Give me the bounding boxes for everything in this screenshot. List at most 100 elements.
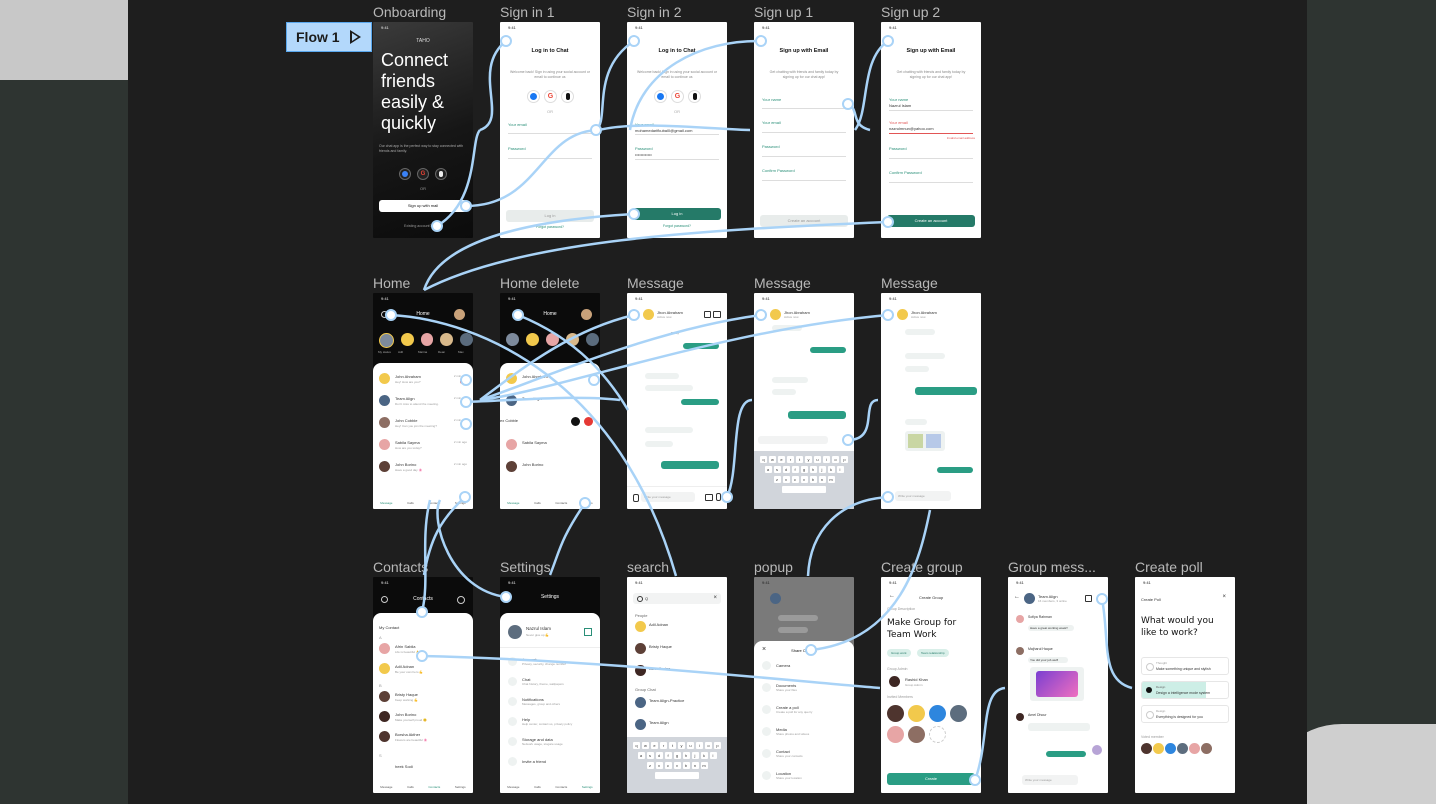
chat-row[interactable]: John Cobble Hey! Can you join the meetin… <box>379 417 469 429</box>
poll-option[interactable]: Design Everything is designed for you <box>1141 705 1229 723</box>
voice-note-bubble[interactable] <box>788 411 846 419</box>
screen-signin2[interactable]: 9:41 Log in to Chat Welcome back! Sign i… <box>627 22 727 238</box>
tab-calls[interactable]: Calls <box>407 501 414 505</box>
key-e[interactable]: e <box>778 456 785 463</box>
key-l[interactable]: l <box>709 752 717 759</box>
member-avatar[interactable] <box>887 705 904 722</box>
google-icon[interactable]: G <box>544 90 557 103</box>
flow-start-tag[interactable]: Flow 1 <box>286 22 372 52</box>
key-s[interactable]: s <box>773 466 781 473</box>
back-icon[interactable]: ← <box>889 593 895 599</box>
tab-contacts[interactable]: Contacts <box>555 785 567 789</box>
password-field[interactable] <box>508 158 592 159</box>
close-icon[interactable]: × <box>1222 594 1226 600</box>
attach-icon[interactable] <box>633 494 639 502</box>
chat-row[interactable]: John Borino Have a good day 🌸 2 min ago <box>379 461 469 473</box>
key-p[interactable]: p <box>714 742 721 749</box>
google-icon[interactable]: G <box>671 90 684 103</box>
tab-settings[interactable]: Settings <box>455 785 466 789</box>
share-option[interactable]: Location Share your location <box>762 771 848 783</box>
key-h[interactable]: h <box>809 466 817 473</box>
add-member-icon[interactable] <box>929 726 946 743</box>
key-z[interactable]: z <box>646 762 654 769</box>
poll-question[interactable]: What would you like to work? <box>1141 615 1231 639</box>
story-avatar[interactable] <box>460 333 473 346</box>
password-field[interactable] <box>889 158 973 159</box>
password-field[interactable] <box>635 159 719 160</box>
frame-label-popup[interactable]: popup <box>754 559 793 575</box>
facebook-icon[interactable] <box>527 90 540 103</box>
tab-calls[interactable]: Calls <box>407 785 414 789</box>
key-q[interactable]: q <box>633 742 640 749</box>
screen-message2[interactable]: 9:41 Jhon Abraham Active now qwertyuiopa… <box>754 293 854 509</box>
camera-icon[interactable] <box>705 494 713 501</box>
story-avatar[interactable] <box>526 333 539 346</box>
key-t[interactable]: t <box>796 456 803 463</box>
key-f[interactable]: f <box>664 752 672 759</box>
voice-note-bubble[interactable] <box>661 461 719 469</box>
search-input[interactable]: Q × <box>633 593 721 604</box>
frame-label-signup1[interactable]: Sign up 1 <box>754 4 813 20</box>
settings-item[interactable]: Chat Chat history, theme, wallpapers <box>508 677 594 689</box>
key-j[interactable]: j <box>818 466 826 473</box>
key-y[interactable]: y <box>678 742 685 749</box>
share-option[interactable]: Media Share photos and videos <box>762 727 848 739</box>
chip[interactable]: Group work <box>887 649 911 657</box>
screen-search[interactable]: 9:41 Q × People Adil Adnan Bristy Haque … <box>627 577 727 793</box>
call-icon[interactable] <box>704 311 711 318</box>
key-i[interactable]: i <box>823 456 830 463</box>
contact-row[interactable]: Adil Adnan Be your own hero 💪 <box>379 663 469 675</box>
frame-label-settings[interactable]: Settings <box>500 559 551 575</box>
key-s[interactable]: s <box>646 752 654 759</box>
key-q[interactable]: q <box>760 456 767 463</box>
tab-contacts[interactable]: Contacts <box>555 501 567 505</box>
key-n[interactable]: n <box>818 476 826 483</box>
screen-groupmsg[interactable]: 9:41 ← Team Align 16 members, 3 online S… <box>1008 577 1108 793</box>
keyboard[interactable]: qwertyuiopasdfghjklzxcvbnm <box>754 451 854 509</box>
name-field[interactable] <box>762 108 846 109</box>
frame-label-signin1[interactable]: Sign in 1 <box>500 4 554 20</box>
settings-item[interactable]: Help Help center, contact us, privacy po… <box>508 717 594 729</box>
search-result-group[interactable]: Team Align <box>635 719 721 731</box>
received-bubble[interactable]: Have a great working week!! <box>1028 625 1074 631</box>
search-result-person[interactable]: Bristy Haque <box>635 643 721 655</box>
received-bubble[interactable]: You did your job well! <box>1028 657 1068 663</box>
screen-onboarding[interactable]: 9:41 TAHO Connect friends easily & quick… <box>373 22 473 238</box>
key-h[interactable]: h <box>682 752 690 759</box>
key-w[interactable]: w <box>769 456 776 463</box>
key-m[interactable]: m <box>700 762 708 769</box>
voice-note-bubble[interactable] <box>1028 723 1090 731</box>
contact-row[interactable]: Afrin Sabila Life is beautiful 👌 <box>379 643 469 655</box>
tab-calls[interactable]: Calls <box>534 785 541 789</box>
search-result-person[interactable]: John Borino <box>635 665 721 677</box>
confirm-password-field[interactable] <box>762 180 846 181</box>
call-icon[interactable] <box>1085 595 1092 602</box>
share-option[interactable]: Contact Share your contacts <box>762 749 848 761</box>
message-input[interactable]: Write your message <box>641 492 695 502</box>
poll-option[interactable]: Thought Make something unique and stylis… <box>1141 657 1229 675</box>
mic-icon[interactable] <box>716 493 721 501</box>
key-n[interactable]: n <box>691 762 699 769</box>
space-key[interactable] <box>655 772 699 779</box>
story-avatar[interactable] <box>546 333 559 346</box>
shared-image[interactable] <box>1030 667 1084 701</box>
screen-signup2[interactable]: 9:41 Sign up with Email Get chatting wit… <box>881 22 981 238</box>
key-r[interactable]: r <box>660 742 667 749</box>
key-b[interactable]: b <box>809 476 817 483</box>
profile-avatar[interactable] <box>454 309 465 320</box>
message-input[interactable]: Write your message <box>1022 775 1078 785</box>
key-e[interactable]: e <box>651 742 658 749</box>
email-field[interactable] <box>762 132 846 133</box>
login-button[interactable]: Log in <box>633 208 721 220</box>
apple-icon[interactable] <box>561 90 574 103</box>
frame-label-message2[interactable]: Message <box>754 275 811 291</box>
key-a[interactable]: a <box>764 466 772 473</box>
key-j[interactable]: j <box>691 752 699 759</box>
email-field[interactable] <box>635 134 719 135</box>
settings-item[interactable]: Notifications Messages, group and others <box>508 697 594 709</box>
key-l[interactable]: l <box>836 466 844 473</box>
email-value[interactable]: nazrulmnun@yahoo.com <box>889 126 934 131</box>
frame-label-groupmsg[interactable]: Group mess... <box>1008 559 1096 575</box>
key-a[interactable]: a <box>637 752 645 759</box>
frame-label-contacts[interactable]: Contacts <box>373 559 428 575</box>
